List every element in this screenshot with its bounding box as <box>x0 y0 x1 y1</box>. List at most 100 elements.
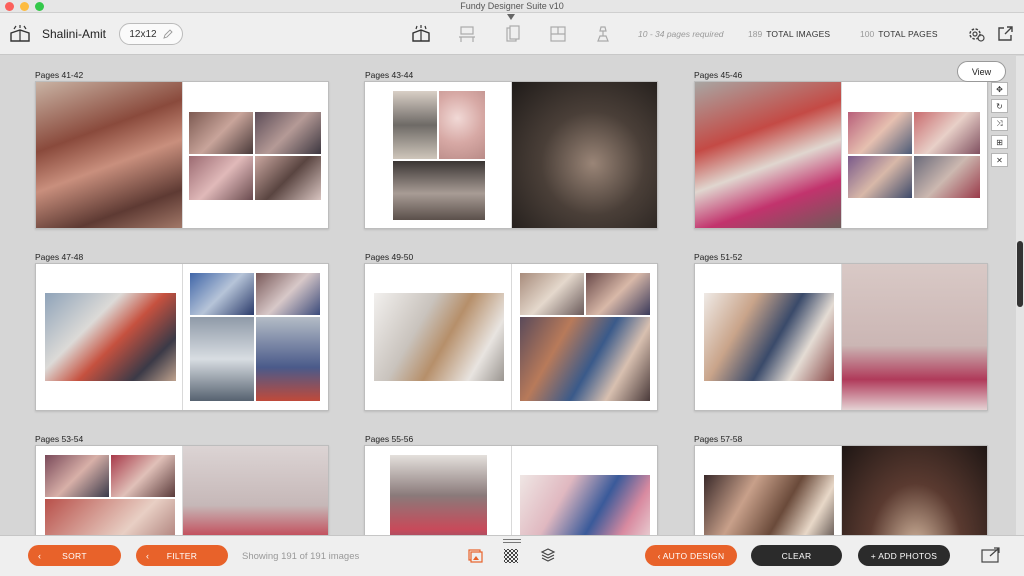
grid-icon[interactable]: ⊞ <box>991 135 1008 149</box>
spread-51-52[interactable] <box>694 263 988 411</box>
filter-button[interactable]: ‹ FILTER <box>136 545 228 566</box>
spread-photo[interactable] <box>111 455 175 497</box>
auto-design-label: AUTO DESIGN <box>662 550 725 561</box>
spread-photo[interactable] <box>45 293 176 381</box>
spread-photo[interactable] <box>256 317 320 401</box>
spread-photo[interactable] <box>842 264 987 410</box>
spread-photo[interactable] <box>36 82 182 228</box>
spread-photo[interactable] <box>374 293 504 381</box>
fullscreen-preview-icon[interactable] <box>980 546 1002 564</box>
spread-photo[interactable] <box>704 293 834 381</box>
layers-icon[interactable] <box>540 547 556 563</box>
page-fold <box>511 264 512 410</box>
spread-photo[interactable] <box>393 161 485 220</box>
spread-47-48[interactable] <box>35 263 329 411</box>
project-name[interactable]: Shalini-Amit <box>42 27 106 41</box>
spread-photo[interactable] <box>189 112 253 154</box>
spread-photo[interactable] <box>848 112 912 154</box>
spread-55-56[interactable] <box>364 445 658 535</box>
auto-design-button[interactable]: ‹ AUTO DESIGN <box>645 545 737 566</box>
spread-photo[interactable] <box>45 455 109 497</box>
filter-label: FILTER <box>166 550 198 561</box>
spread-57-58[interactable] <box>694 445 988 535</box>
total-pages-stat: 100 TOTAL PAGES <box>860 29 938 39</box>
spread-photo[interactable] <box>255 112 321 154</box>
clear-button[interactable]: CLEAR <box>751 545 842 566</box>
album-size-selector[interactable]: 12x12 <box>119 23 183 45</box>
top-toolbar: Shalini-Amit 12x12 10 - 34 pages require… <box>0 13 1024 55</box>
export-icon[interactable] <box>996 25 1014 43</box>
spread-photo[interactable] <box>390 455 487 535</box>
spread-label-45-46: Pages 45-46 <box>694 70 743 80</box>
checker-view-icon[interactable] <box>503 548 519 564</box>
spread-photo[interactable] <box>393 91 437 159</box>
total-images-stat: 189 TOTAL IMAGES <box>748 29 830 39</box>
total-pages-count: 100 <box>860 29 875 39</box>
active-view-marker <box>507 14 515 20</box>
spread-photo[interactable] <box>848 156 912 198</box>
spread-photo[interactable] <box>520 317 650 401</box>
close-icon[interactable]: ✕ <box>991 153 1008 167</box>
rotate-icon[interactable]: ↻ <box>991 99 1008 113</box>
settings-gear-icon[interactable] <box>967 25 985 43</box>
spread-photo[interactable] <box>256 273 320 315</box>
album-logo-icon[interactable] <box>9 25 31 43</box>
spread-photo[interactable] <box>255 156 321 200</box>
spread-43-44[interactable] <box>364 81 658 229</box>
spread-photo[interactable] <box>45 499 175 535</box>
spread-photo[interactable] <box>512 82 657 228</box>
nav-album-icon[interactable] <box>410 24 432 44</box>
spread-photo[interactable] <box>520 475 650 535</box>
album-size-value: 12x12 <box>129 28 157 40</box>
total-pages-label: TOTAL PAGES <box>878 29 938 39</box>
spread-49-50[interactable] <box>364 263 658 411</box>
spread-label-57-58: Pages 57-58 <box>694 434 743 444</box>
pages-required-text: 10 - 34 pages required <box>638 29 724 39</box>
spread-photo[interactable] <box>914 112 980 154</box>
spread-photo[interactable] <box>586 273 650 315</box>
page-fold <box>182 82 183 228</box>
spread-grid: Pages 41-42 Pages 43-44 Pages 45-46 Page… <box>0 56 1016 535</box>
spread-45-46[interactable] <box>694 81 988 229</box>
resize-handle[interactable] <box>503 539 521 543</box>
spread-photo[interactable] <box>190 317 254 401</box>
image-view-icon[interactable] <box>467 547 483 563</box>
add-photos-button[interactable]: + ADD PHOTOS <box>858 545 950 566</box>
spread-photo[interactable] <box>183 446 328 535</box>
window-title: Fundy Designer Suite v10 <box>460 1 564 11</box>
nav-blog-icon[interactable] <box>547 24 569 44</box>
sort-label: SORT <box>62 550 87 561</box>
spread-41-42[interactable] <box>35 81 329 229</box>
spread-label-55-56: Pages 55-56 <box>365 434 414 444</box>
nav-tools-icon[interactable] <box>592 24 614 44</box>
spread-label-43-44: Pages 43-44 <box>365 70 414 80</box>
spread-photo[interactable] <box>914 156 980 198</box>
move-icon[interactable]: ✥ <box>991 82 1008 96</box>
nav-cards-icon[interactable] <box>501 24 523 44</box>
spread-label-51-52: Pages 51-52 <box>694 252 743 262</box>
spread-label-47-48: Pages 47-48 <box>35 252 84 262</box>
spread-photo[interactable] <box>842 446 987 535</box>
spread-photo[interactable] <box>189 156 253 200</box>
showing-images-text: Showing 191 of 191 images <box>242 551 360 562</box>
chevron-left-icon: ‹ <box>657 550 661 561</box>
spread-53-54[interactable] <box>35 445 329 535</box>
sort-button[interactable]: ‹ SORT <box>28 545 121 566</box>
page-fold <box>841 82 842 228</box>
nav-wall-art-icon[interactable] <box>456 24 478 44</box>
spread-photo[interactable] <box>704 475 834 535</box>
view-button[interactable]: View <box>957 61 1006 82</box>
chevron-left-icon: ‹ <box>146 550 150 561</box>
spread-photo[interactable] <box>520 273 584 315</box>
pencil-icon <box>162 29 173 39</box>
spread-label-49-50: Pages 49-50 <box>365 252 414 262</box>
spread-photo[interactable] <box>439 91 485 159</box>
page-fold <box>511 446 512 535</box>
spread-photo[interactable] <box>695 82 841 228</box>
total-images-count: 189 <box>748 29 763 39</box>
page-fold <box>182 264 183 410</box>
title-bar: Fundy Designer Suite v10 <box>0 0 1024 13</box>
shuffle-icon[interactable]: ⤨ <box>991 117 1008 131</box>
spread-photo[interactable] <box>190 273 254 315</box>
scrollbar-thumb[interactable] <box>1017 241 1023 307</box>
